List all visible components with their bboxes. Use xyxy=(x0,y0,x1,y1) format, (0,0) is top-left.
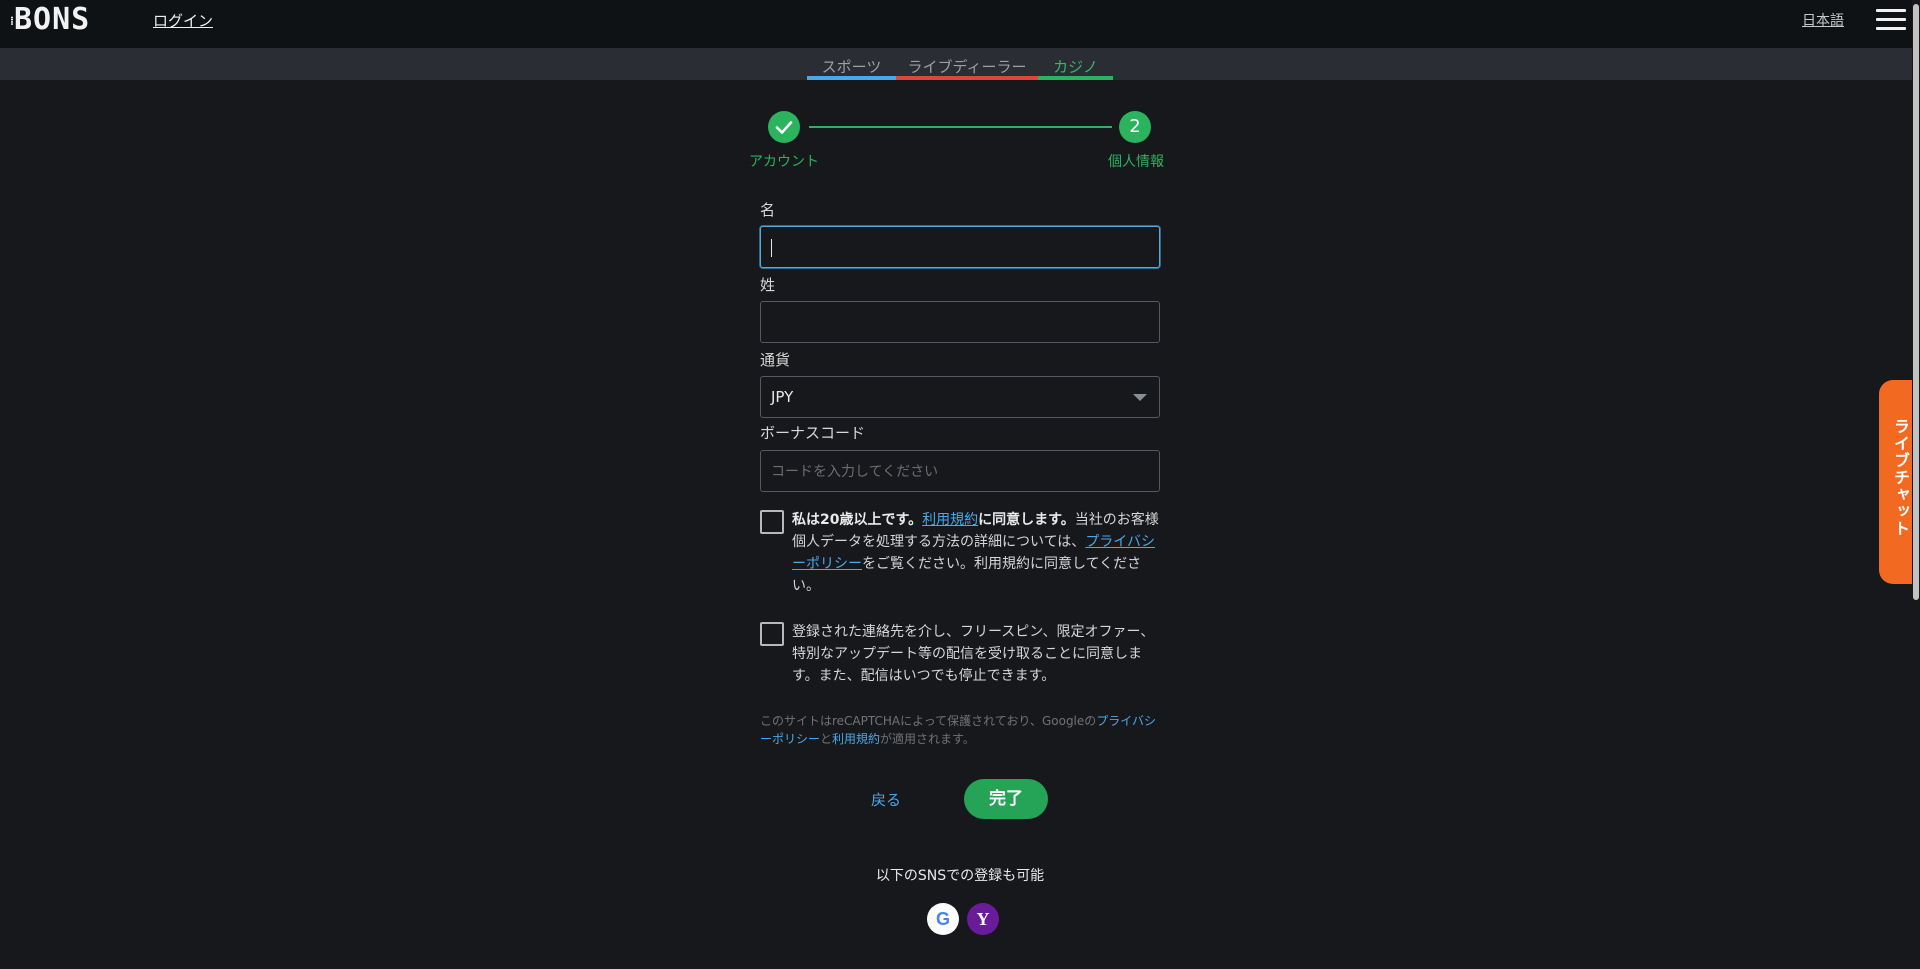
tab-sports-underline xyxy=(807,76,896,80)
tab-live-dealer[interactable]: ライブディーラー xyxy=(896,56,1038,80)
age-terms-bold-suffix: に同意します。 xyxy=(978,512,1075,528)
age-terms-bold-prefix: 私は20歳以上です。 xyxy=(792,512,923,528)
first-name-label: 名 xyxy=(760,201,776,219)
age-terms-text: 私は20歳以上です。利用規約に同意します。当社のお客様個人データを処理する方法の… xyxy=(792,509,1164,597)
currency-value: JPY xyxy=(771,388,794,406)
bons-logo[interactable]: ⁞BONS xyxy=(10,3,90,37)
recaptcha-text-3: が適用されます。 xyxy=(880,732,975,746)
logo-text: BONS xyxy=(14,2,91,37)
last-name-input[interactable] xyxy=(760,301,1160,343)
marketing-text: 登録された連絡先を介し、フリースピン、限定オファー、特別なアップデート等の配信を… xyxy=(792,624,1155,684)
step-2-label: 個人情報 xyxy=(1108,154,1164,170)
hamburger-menu-icon[interactable] xyxy=(1876,9,1906,31)
top-header: ⁞BONS ログイン 日本語 xyxy=(0,0,1920,48)
currency-label: 通貨 xyxy=(760,351,791,369)
sns-signup-label: 以下のSNSでの登録も可能 xyxy=(875,868,1045,884)
last-name-label: 姓 xyxy=(760,276,776,294)
step-1-check-icon xyxy=(768,111,800,143)
language-selector[interactable]: 日本語 xyxy=(1802,10,1844,30)
bonus-code-placeholder: コードを入力してください xyxy=(771,464,939,480)
product-tabs: スポーツ ライブディーラー カジノ xyxy=(0,48,1920,80)
back-button[interactable]: 戻る xyxy=(871,789,901,810)
terms-link[interactable]: 利用規約 xyxy=(922,512,978,528)
tab-casino-label: カジノ xyxy=(1053,58,1098,76)
tab-sports-label: スポーツ xyxy=(821,58,882,76)
step-2-number: 2 xyxy=(1119,111,1151,143)
bonus-code-label: ボーナスコード xyxy=(760,424,866,442)
tab-casino[interactable]: カジノ xyxy=(1038,56,1113,80)
first-name-input[interactable] xyxy=(760,226,1160,268)
tab-casino-underline xyxy=(1038,76,1113,80)
recaptcha-text-2: と xyxy=(820,732,833,746)
chevron-down-icon xyxy=(1133,394,1147,401)
step-1-label: アカウント xyxy=(749,154,819,170)
marketing-checkbox[interactable] xyxy=(760,622,784,646)
login-link[interactable]: ログイン xyxy=(153,10,213,31)
bonus-code-input[interactable]: コードを入力してください xyxy=(760,450,1160,492)
text-caret xyxy=(771,238,772,257)
tab-live-dealer-underline xyxy=(896,76,1038,80)
stepper-connector xyxy=(809,126,1112,128)
scrollbar-thumb[interactable] xyxy=(1913,4,1919,600)
currency-select[interactable]: JPY xyxy=(760,376,1160,418)
tab-sports[interactable]: スポーツ xyxy=(807,56,896,80)
recaptcha-text-1: このサイトはreCAPTCHAによって保護されており、Googleの xyxy=(760,714,1097,728)
tab-live-dealer-label: ライブディーラー xyxy=(907,58,1027,76)
live-chat-label: ライブチャット xyxy=(1891,418,1910,537)
yahoo-icon[interactable]: Y xyxy=(967,903,999,935)
recaptcha-notice: このサイトはreCAPTCHAによって保護されており、Googleのプライバシー… xyxy=(760,712,1164,748)
complete-button[interactable]: 完了 xyxy=(964,779,1048,819)
google-icon[interactable]: G xyxy=(927,903,959,935)
google-terms-link[interactable]: 利用規約 xyxy=(832,732,880,746)
age-terms-checkbox[interactable] xyxy=(760,510,784,534)
